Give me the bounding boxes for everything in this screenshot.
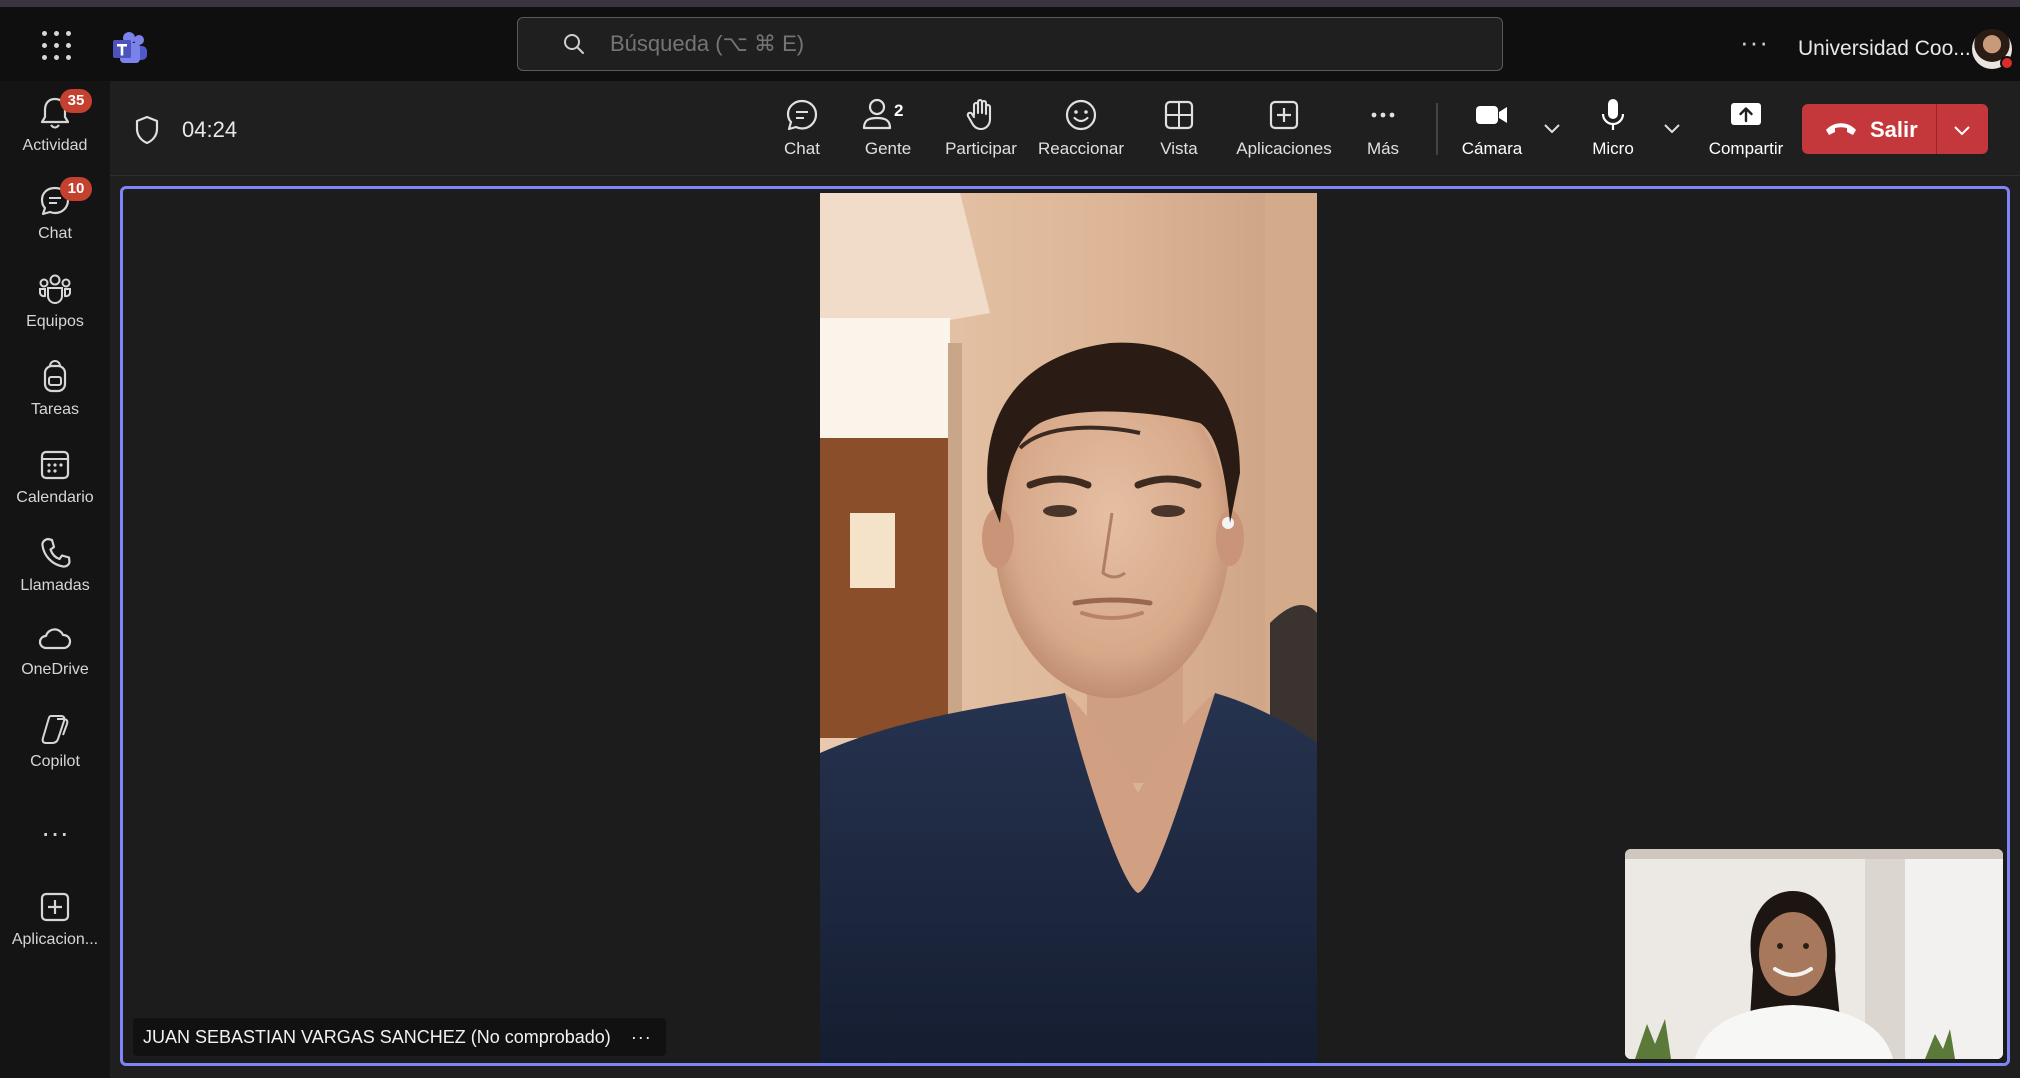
person-icon xyxy=(862,98,892,130)
microphone-icon xyxy=(1601,99,1625,130)
rail-item-calendar[interactable]: Calendario xyxy=(0,447,110,527)
camera-icon xyxy=(1476,106,1507,124)
rail-label-teams: Equipos xyxy=(26,313,84,330)
mic-label: Micro xyxy=(1592,139,1634,158)
chat-icon xyxy=(786,99,818,131)
more-label: Más xyxy=(1366,139,1400,158)
title-bar: ··· Universidad Coo... xyxy=(0,0,2020,81)
copilot-icon xyxy=(41,715,69,744)
mic-options-chevron-icon[interactable] xyxy=(1662,121,1682,135)
toolbar-divider xyxy=(1436,103,1438,155)
more-button[interactable]: Más xyxy=(1350,97,1416,159)
add-app-icon xyxy=(1269,100,1299,130)
rail-item-teams[interactable]: Equipos xyxy=(0,271,110,351)
leave-options-button[interactable] xyxy=(1937,104,1988,154)
activity-badge: 35 xyxy=(60,89,92,113)
people-label: Gente xyxy=(864,139,912,158)
calendar-icon xyxy=(40,450,70,480)
share-label: Compartir xyxy=(1708,139,1784,158)
people-button[interactable]: 2 Gente xyxy=(848,97,928,159)
search-bar[interactable] xyxy=(517,17,1503,71)
cloud-icon xyxy=(38,628,72,650)
more-options-button[interactable]: ··· xyxy=(1740,27,1769,58)
rail-label-calls: Llamadas xyxy=(20,577,90,594)
self-view-frame xyxy=(1625,849,2003,1059)
rail-item-tasks[interactable]: Tareas xyxy=(0,359,110,439)
react-button[interactable]: Reaccionar xyxy=(1026,97,1136,159)
rail-item-onedrive[interactable]: OneDrive xyxy=(0,623,110,703)
backpack-icon xyxy=(43,360,67,393)
participant-video-frame xyxy=(820,193,1317,1063)
chat-button[interactable]: Chat xyxy=(762,97,842,159)
app-launcher-icon[interactable] xyxy=(42,31,72,61)
rail-label-onedrive: OneDrive xyxy=(21,661,89,678)
rail-label-activity: Actividad xyxy=(22,137,88,154)
phone-icon xyxy=(41,537,71,568)
participant-video[interactable] xyxy=(820,193,1317,1063)
meeting-toolbar: 04:24 Chat 2 Gente Participar Reaccionar… xyxy=(110,81,2020,176)
view-button[interactable]: Vista xyxy=(1140,97,1218,159)
leave-chevron-icon xyxy=(1954,126,1970,136)
view-label: Vista xyxy=(1160,139,1198,158)
share-screen-icon xyxy=(1731,103,1761,125)
search-input[interactable] xyxy=(610,18,1470,70)
rail-more-button[interactable]: ··· xyxy=(0,817,110,849)
search-icon xyxy=(564,34,584,54)
hang-up-icon xyxy=(1826,123,1856,135)
apps-button[interactable]: Aplicaciones xyxy=(1222,97,1346,159)
meeting-stage: JUAN SEBASTIAN VARGAS SANCHEZ (No compro… xyxy=(120,186,2010,1066)
self-view-video[interactable] xyxy=(1625,849,2003,1059)
leave-label: Salir xyxy=(1870,117,1918,142)
apps-label: Aplicaciones xyxy=(1236,139,1332,158)
presence-busy-icon xyxy=(2000,56,2014,70)
rail-label-tasks: Tareas xyxy=(30,401,80,418)
teams-icon xyxy=(39,274,71,304)
rail-item-activity[interactable]: 35 Actividad xyxy=(0,89,110,175)
left-rail: 35 Actividad 10 Chat Equipos Tareas Cale… xyxy=(0,81,110,1078)
add-app-icon xyxy=(40,892,70,922)
rail-item-copilot[interactable]: Copilot xyxy=(0,711,110,791)
camera-options-chevron-icon[interactable] xyxy=(1542,121,1562,135)
participant-name-tag: JUAN SEBASTIAN VARGAS SANCHEZ (No compro… xyxy=(133,1018,666,1056)
raise-hand-button[interactable]: Participar xyxy=(930,97,1032,159)
participant-more-button[interactable]: ··· xyxy=(631,1027,652,1048)
rail-label-chat: Chat xyxy=(38,225,72,242)
organization-name[interactable]: Universidad Coo... xyxy=(1798,37,1971,61)
camera-button[interactable]: Cámara xyxy=(1452,97,1532,159)
rail-item-chat[interactable]: 10 Chat xyxy=(0,177,110,263)
people-count: 2 xyxy=(894,101,904,120)
meeting-timer: 04:24 xyxy=(182,117,238,142)
mic-button[interactable]: Micro xyxy=(1580,97,1646,159)
leave-button-group: Salir xyxy=(1802,104,1988,154)
hand-icon xyxy=(966,98,992,131)
camera-label: Cámara xyxy=(1461,139,1523,158)
chat-label: Chat xyxy=(784,139,820,158)
shield-icon[interactable] xyxy=(134,115,160,145)
rail-label-copilot: Copilot xyxy=(30,753,80,770)
rail-item-apps[interactable]: Aplicacion... xyxy=(0,889,110,969)
teams-logo-icon xyxy=(113,32,147,63)
ellipsis-icon xyxy=(1371,112,1395,118)
rail-item-calls[interactable]: Llamadas xyxy=(0,535,110,615)
rail-label-calendar: Calendario xyxy=(16,489,94,506)
emoji-icon xyxy=(1065,99,1097,131)
rail-label-apps: Aplicacion... xyxy=(11,931,99,948)
raise-hand-label: Participar xyxy=(945,139,1017,158)
share-button[interactable]: Compartir xyxy=(1694,97,1798,159)
react-label: Reaccionar xyxy=(1038,139,1124,158)
leave-button[interactable]: Salir xyxy=(1802,104,1936,154)
grid-view-icon xyxy=(1164,100,1194,130)
chat-badge: 10 xyxy=(60,177,92,201)
participant-name: JUAN SEBASTIAN VARGAS SANCHEZ (No compro… xyxy=(143,1026,611,1047)
